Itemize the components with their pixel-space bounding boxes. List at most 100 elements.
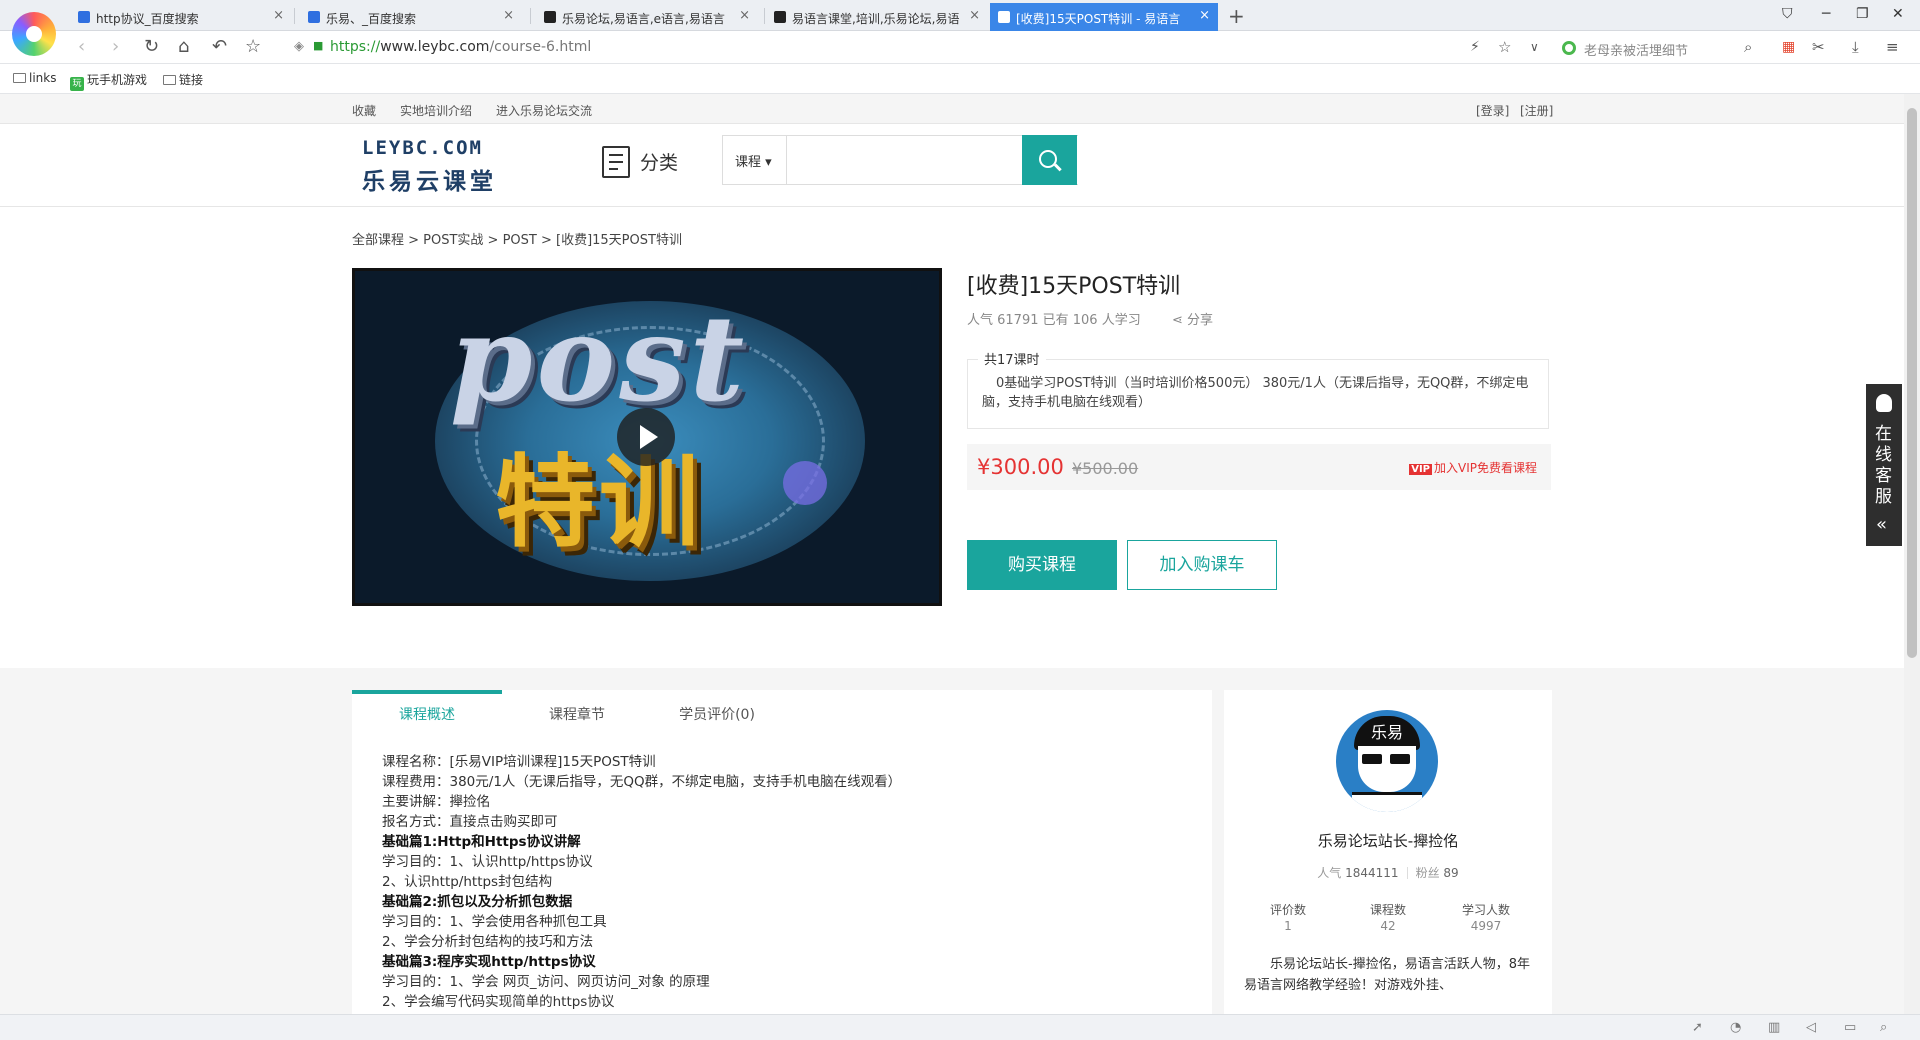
breadcrumb[interactable]: 全部课程 > POST实战 > POST > [收费]15天POST特训 [352,229,682,248]
teacher-name[interactable]: 乐易论坛站长-攑捡佲 [1224,830,1552,851]
course-details-section: 课程概述 课程章节 学员评价(0) 课程名称：[乐易VIP培训课程]15天POS… [0,668,1904,1014]
back-icon[interactable]: ‹ [78,36,85,57]
category-menu[interactable]: 分类 [640,148,678,175]
vip-link[interactable]: VIP 加入VIP免费看课程 [1409,459,1537,476]
scrollbar-thumb[interactable] [1907,108,1917,658]
tab-baidu-leyi[interactable]: 乐易、_百度搜索 × [300,3,522,31]
buy-course-button[interactable]: 购买课程 [967,540,1117,590]
site-search-button[interactable] [1022,135,1077,185]
minimize-icon[interactable]: ─ [1822,6,1830,22]
training-link[interactable]: 实地培训介绍 [400,102,472,119]
course-meta: 人气 61791 已有 106 人学习 [967,313,1141,328]
description-line: 学习目的：1、学会使用各种抓包工具 [382,914,607,930]
course-summary: 0基础学习POST特训（当时培训价格500元） 380元/1人（无课后指导，无Q… [967,359,1549,429]
speed-icon[interactable]: ◔ [1730,1020,1741,1035]
window-icon[interactable]: ▭ [1844,1020,1856,1035]
volume-icon[interactable]: ◁ [1806,1020,1816,1035]
teacher-stat-courses: 课程数 42 [1369,903,1406,933]
teacher-stat-reviews: 评价数 1 [1269,903,1306,933]
teacher-popularity: 人气 1844111 粉丝 89 [1317,866,1459,880]
login-link[interactable]: [登录] [1476,102,1509,119]
course-description: 课程名称：[乐易VIP培训课程]15天POST特训课程费用：380元/1人（无课… [382,752,1182,1012]
course-video-player[interactable]: post 特训 [352,268,942,606]
close-icon[interactable]: × [969,8,980,23]
search-icon[interactable]: ⌕ [1744,38,1752,56]
forum-link[interactable]: 进入乐易论坛交流 [496,102,592,119]
forward-icon[interactable]: › [112,36,119,57]
web-page: 收藏 实地培训介绍 进入乐易论坛交流 [登录] [注册] LEYBC.COM 乐… [0,94,1904,1014]
address-bar[interactable]: https://www.leybc.com/course-6.html [330,39,591,55]
game-icon: 玩 [70,77,84,91]
browser-nav-bar: ‹ › ↻ ⌂ ↶ ☆ ◈ ■ https://www.leybc.com/co… [0,31,1920,64]
description-line: 学习目的：1、学会 网页_访问、网页访问_对象 的原理 [382,974,710,990]
download-icon[interactable]: ⤓ [1852,38,1859,56]
description-line: 主要讲解：攑捡佲 [382,794,490,810]
bookmark-games[interactable]: 玩玩手机游戏 [70,71,147,91]
new-tab-button[interactable]: + [1228,4,1245,28]
home-icon[interactable]: ⌂ [178,36,189,57]
tab-leyi-course[interactable]: 易语言课堂,培训,乐易论坛,易语 × [766,3,988,31]
browser-logo-icon[interactable] [12,12,56,56]
refresh-icon[interactable]: ↻ [144,36,159,57]
tab-overview[interactable]: 课程概述 [352,690,502,734]
baidu-paw-icon [78,11,90,23]
lesson-count: 共17课时 [978,349,1046,368]
rocket-icon[interactable]: ➚ [1692,1020,1703,1035]
add-to-cart-button[interactable]: 加入购课车 [1127,540,1277,590]
restore-icon[interactable]: ❐ [1856,6,1869,22]
share-icon: ⋖ [1172,313,1183,328]
price-box: ¥300.00 ¥500.00 VIP 加入VIP免费看课程 [967,444,1551,490]
tab-leyi-forum[interactable]: 乐易论坛,易语言,e语言,易语言 × [536,3,758,31]
close-icon[interactable]: × [739,8,750,23]
lightning-icon[interactable]: ⚡ [1470,39,1480,55]
chevron-down-icon[interactable]: ∨ [1530,40,1539,54]
description-line: 课程费用：380元/1人（无课后指导，无QQ群，不绑定电脑，支持手机电脑在线观看… [382,774,902,790]
favorite-star-icon[interactable]: ☆ [245,36,261,57]
cursor-highlight [783,461,827,505]
page-scrollbar[interactable] [1904,94,1920,1014]
description-line: 2、学会编写代码实现简单的https协议 [382,994,615,1010]
trash-icon[interactable]: ▥ [1768,1020,1780,1035]
avatar[interactable]: 乐易 [1336,710,1438,812]
close-window-icon[interactable]: ✕ [1892,6,1904,22]
course-title: [收费]15天POST特训 [967,274,1181,299]
teacher-stat-students: 学习人数 4997 [1461,903,1510,933]
tab-baidu-http[interactable]: http协议_百度搜索 × [70,3,292,31]
description-line: 课程名称：[乐易VIP培训课程]15天POST特训 [382,754,656,770]
baidu-paw-icon [308,11,320,23]
tab-chapters[interactable]: 课程章节 [502,690,652,734]
collapse-arrow-icon[interactable]: « [1876,514,1887,535]
menu-icon[interactable]: ≡ [1886,38,1899,56]
play-icon[interactable] [617,408,675,466]
bookmark-star-icon[interactable]: ☆ [1498,38,1511,56]
favorite-link[interactable]: 收藏 [352,102,376,119]
register-link[interactable]: [注册] [1520,102,1553,119]
search-type-select[interactable]: 课程 ▾ [723,136,787,184]
zoom-icon[interactable]: ⌕ [1880,1020,1887,1035]
bookmark-links[interactable]: links [13,71,56,85]
site-topbar: 收藏 实地培训介绍 进入乐易论坛交流 [登录] [注册] [0,94,1904,124]
search-hint[interactable]: 老母亲被活埋细节 [1584,40,1688,59]
video-title-art: post [450,289,749,428]
close-icon[interactable]: × [503,8,514,23]
share-button[interactable]: ⋖ 分享 [1172,309,1213,328]
scissors-icon[interactable]: ✂ [1812,38,1825,56]
close-icon[interactable]: × [273,8,284,23]
category-icon[interactable] [602,146,630,178]
description-line: 基础篇2:抓包以及分析抓包数据 [382,894,573,910]
site-icon [544,11,556,23]
description-line: 基础篇3:程序实现http/https协议 [382,954,596,970]
skin-icon[interactable]: ⛉ [1782,6,1793,22]
bookmark-links-cn[interactable]: 链接 [163,71,203,88]
site-logo-cn[interactable]: 乐易云课堂 [362,162,497,196]
site-logo[interactable]: LEYBC.COM [362,137,483,159]
tab-post-course[interactable]: [收费]15天POST特训 - 易语言 × [990,3,1218,31]
online-service-button[interactable]: 在线客服 « [1866,384,1902,546]
apps-grid-icon[interactable]: ▦ [1782,39,1795,55]
shield-icon[interactable]: ◈ [294,39,304,54]
search-engine-icon [1562,41,1576,55]
browser-status-bar: ➚ ◔ ▥ ◁ ▭ ⌕ [0,1014,1920,1040]
tab-reviews[interactable]: 学员评价(0) [642,690,792,734]
close-icon[interactable]: × [1199,8,1210,23]
undo-close-icon[interactable]: ↶ [212,36,227,57]
